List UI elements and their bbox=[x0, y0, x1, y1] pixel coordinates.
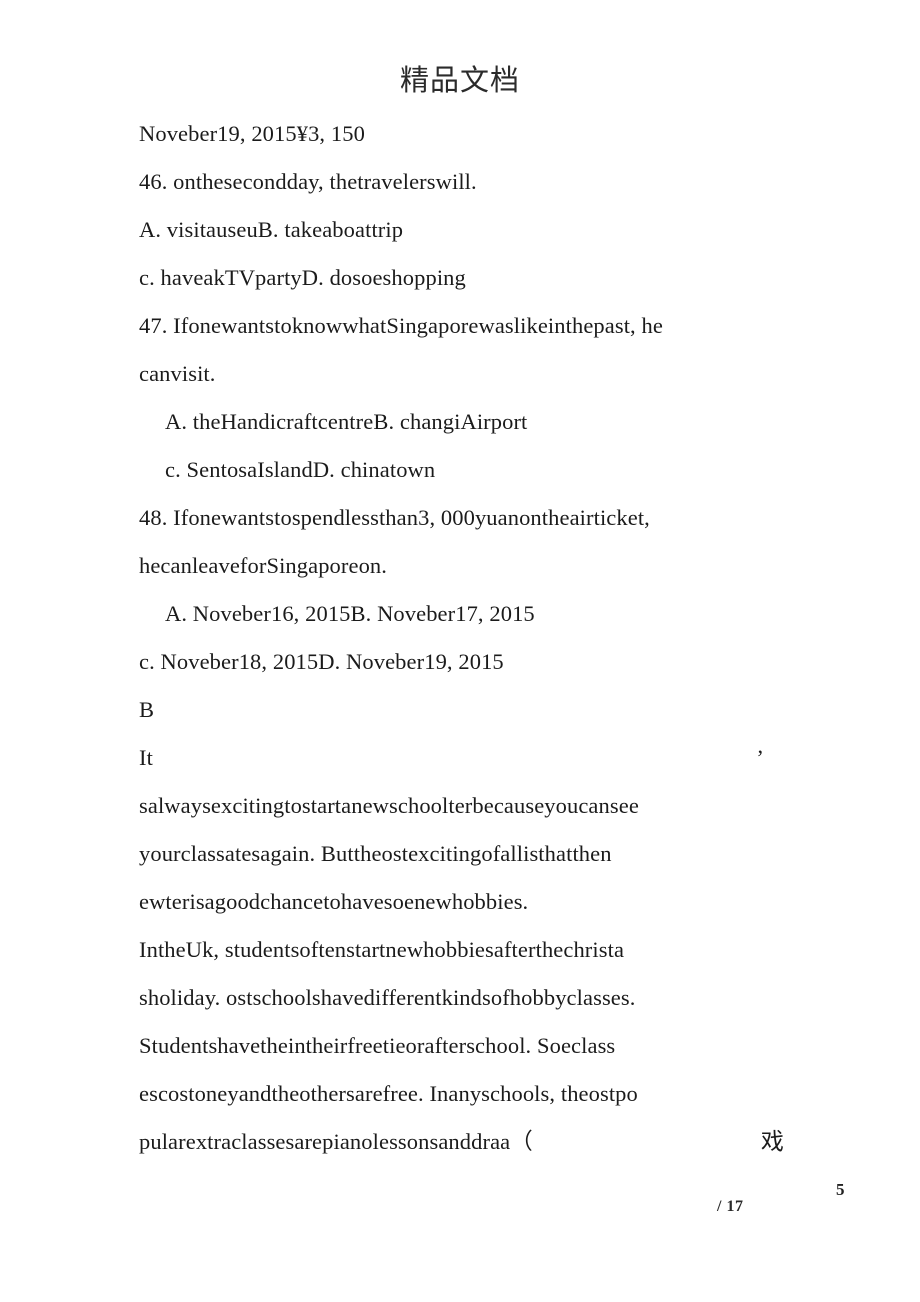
document-body: Noveber19, 2015¥3, 150 46. onthesecondda… bbox=[139, 110, 784, 1166]
passage-line-3: ewterisagoodchancetohavesoenewhobbies. bbox=[139, 889, 529, 914]
passage-line-4: IntheUk, studentsoftenstartnewhobbiesaft… bbox=[139, 937, 625, 962]
page-number: 5 bbox=[836, 1180, 845, 1199]
question-48-options-ab: A. Noveber16, 2015B. Noveber17, 2015 bbox=[165, 601, 535, 626]
passage-final-line-cjk: 戏 bbox=[760, 1129, 784, 1155]
question-46-options-ab: A. visitauseuB. takeaboattrip bbox=[139, 217, 404, 242]
question-48-options-cd: c. Noveber18, 2015D. Noveber19, 2015 bbox=[139, 649, 504, 674]
passage-line-1: salwaysexcitingtostartanewschoolterbecau… bbox=[139, 793, 639, 818]
passage-final-line-lead: pularextraclassesarepianolessonsanddraa（ bbox=[139, 1129, 533, 1154]
question-46-stem: 46. onthesecondday, thetravelerswill. bbox=[139, 169, 477, 194]
page-footer: 5 / 17 bbox=[0, 1180, 920, 1240]
passage-line-it-lead: It bbox=[139, 745, 153, 770]
passage-line-it: It ’ bbox=[139, 734, 764, 782]
section-b-label: B bbox=[139, 697, 155, 722]
question-47-options-ab: A. theHandicraftcentreB. changiAirport bbox=[165, 409, 528, 434]
passage-line-7: escostoneyandtheothersarefree. Inanyscho… bbox=[139, 1081, 638, 1106]
passage-final-line: pularextraclassesarepianolessonsanddraa（… bbox=[139, 1118, 784, 1166]
question-47-stem-line-1: 47. IfonewantstoknowwhatSingaporewaslike… bbox=[139, 313, 663, 338]
passage-line-it-apostrophe: ’ bbox=[756, 745, 764, 770]
document-page: 精品文档 Noveber19, 2015¥3, 150 46. onthesec… bbox=[0, 0, 920, 1302]
question-47-options-cd: c. SentosaIslandD. chinatown bbox=[165, 457, 436, 482]
document-watermark-header: 精品文档 bbox=[399, 63, 520, 97]
passage-line-5: sholiday. ostschoolshavedifferentkindsof… bbox=[139, 985, 636, 1010]
question-46-options-cd: c. haveakTVpartyD. dosoeshopping bbox=[139, 265, 466, 290]
text-line-price: Noveber19, 2015¥3, 150 bbox=[139, 121, 365, 146]
passage-line-6: Studentshavetheintheirfreetieorafterscho… bbox=[139, 1033, 616, 1058]
question-47-stem-line-2: canvisit. bbox=[139, 361, 216, 386]
passage-line-2: yourclassatesagain. Buttheostexcitingofa… bbox=[139, 841, 612, 866]
page-total-count: / 17 bbox=[717, 1198, 744, 1215]
question-48-stem-line-1: 48. Ifonewantstospendlessthan3, 000yuano… bbox=[139, 505, 650, 530]
question-48-stem-line-2: hecanleaveforSingaporeon. bbox=[139, 553, 388, 578]
